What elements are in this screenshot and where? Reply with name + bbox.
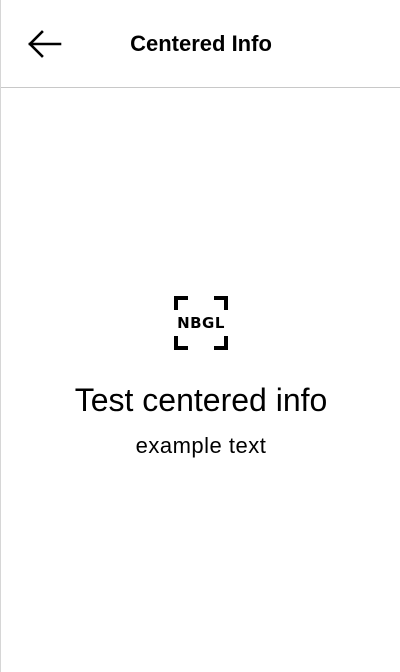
screen: Centered Info NBGL Test centered info ex…	[0, 0, 400, 672]
info-title: Test centered info	[74, 382, 328, 418]
info-subtitle: example text	[135, 433, 267, 458]
arrow-left-icon	[28, 30, 62, 58]
nbgl-frame-icon: NBGL	[174, 296, 228, 350]
centered-info: NBGL Test centered info example text	[1, 296, 400, 460]
back-button[interactable]	[19, 22, 71, 66]
header-bar: Centered Info	[1, 0, 400, 88]
logo-text: NBGL	[177, 314, 225, 332]
